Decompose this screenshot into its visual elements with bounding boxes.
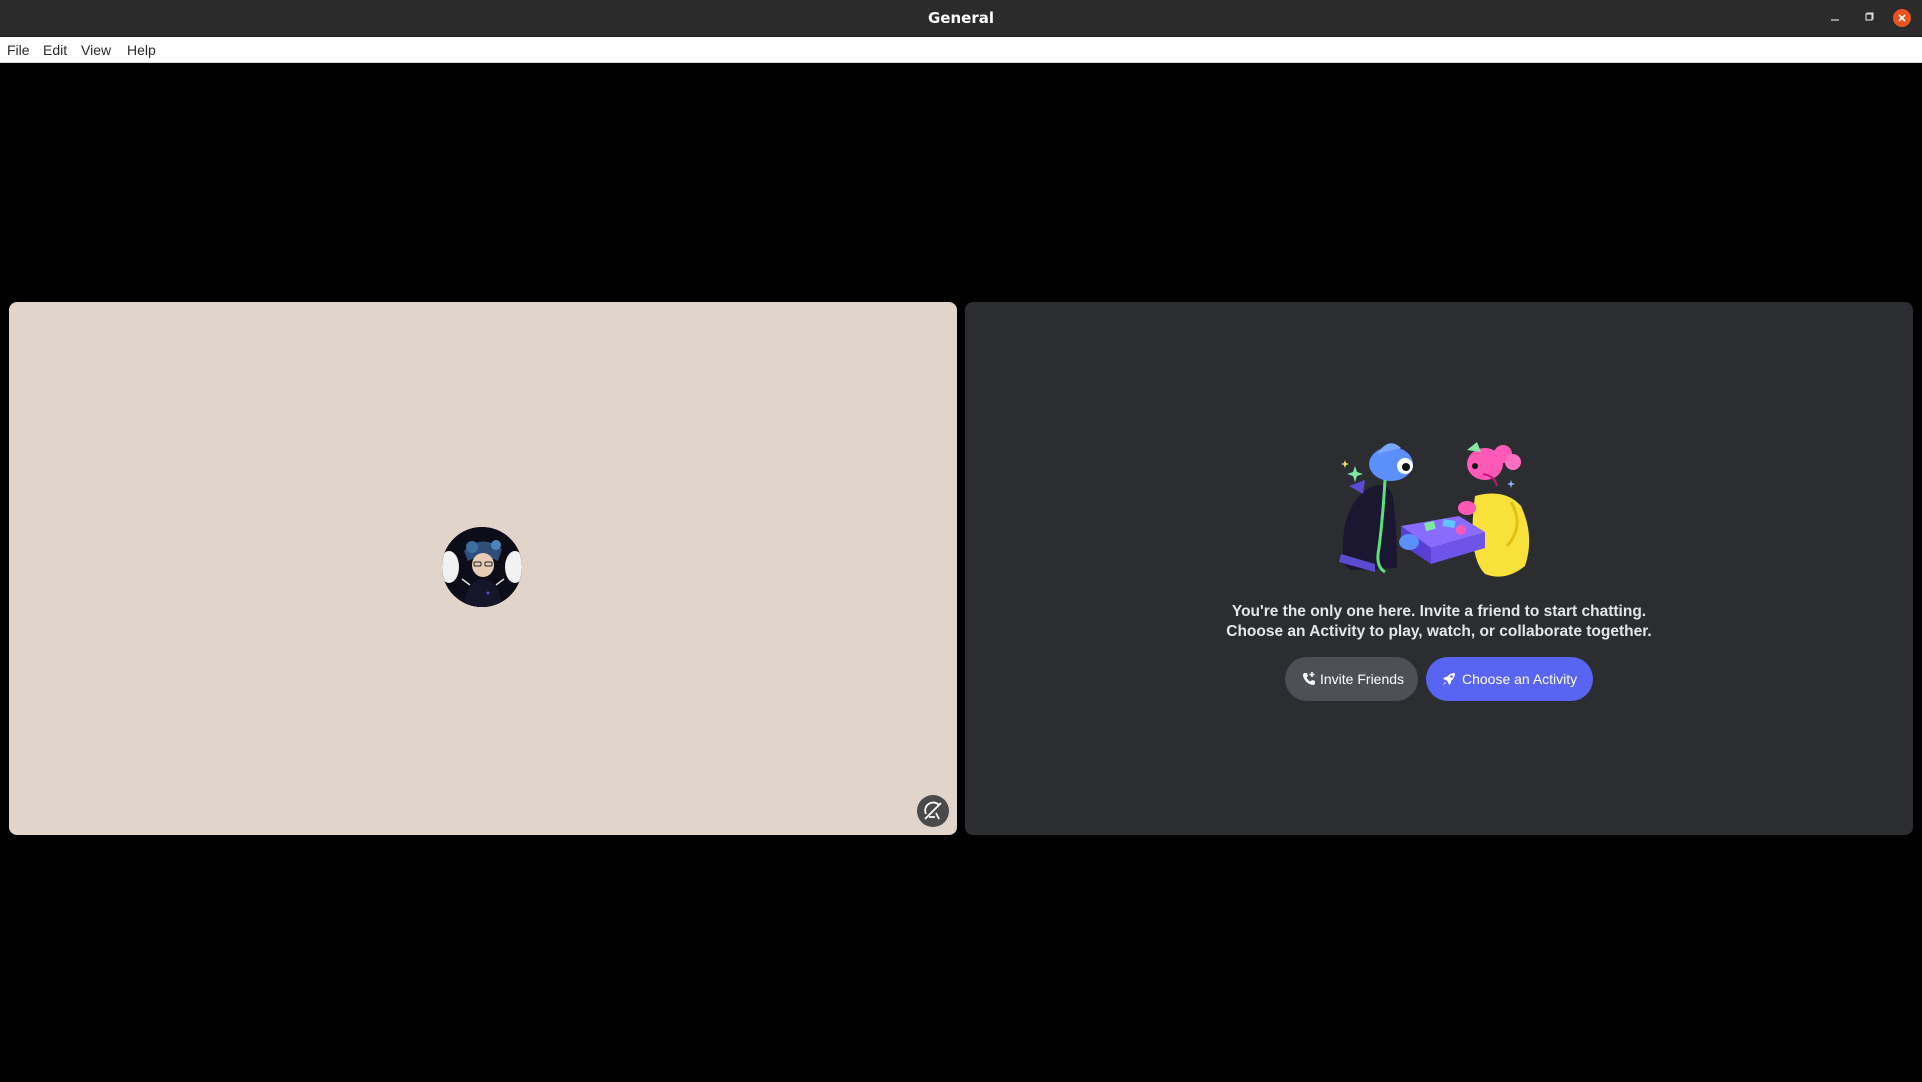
phone-add-icon bbox=[1303, 672, 1315, 685]
menu-file[interactable]: File bbox=[1, 37, 36, 63]
call-view: You're the only one here. Invite a frien… bbox=[0, 63, 1922, 1082]
close-button[interactable] bbox=[1893, 9, 1911, 27]
rocket-icon bbox=[1443, 673, 1455, 685]
screen-share-off-button[interactable] bbox=[917, 795, 949, 827]
activity-illustration-icon bbox=[1339, 442, 1530, 577]
avatar-image-icon bbox=[442, 527, 522, 607]
menu-view[interactable]: View bbox=[75, 37, 117, 63]
minimize-button[interactable] bbox=[1826, 9, 1844, 27]
maximize-icon bbox=[1865, 12, 1874, 21]
empty-call-message-line2: Choose an Activity to play, watch, or co… bbox=[1226, 623, 1652, 640]
empty-call-message-line1: You're the only one here. Invite a frien… bbox=[1231, 603, 1647, 620]
menu-edit[interactable]: Edit bbox=[37, 37, 73, 63]
choose-activity-button[interactable]: Choose an Activity bbox=[1426, 657, 1593, 701]
close-icon bbox=[1898, 14, 1906, 22]
minimize-icon bbox=[1831, 19, 1839, 21]
menu-help[interactable]: Help bbox=[121, 37, 162, 63]
empty-call-tile: You're the only one here. Invite a frien… bbox=[965, 302, 1913, 835]
invite-friends-button[interactable]: Invite Friends bbox=[1285, 657, 1418, 701]
choose-activity-label: Choose an Activity bbox=[1462, 671, 1578, 687]
menu-bar: File Edit View Help bbox=[0, 37, 1922, 63]
user-video-tile[interactable] bbox=[9, 302, 957, 835]
invite-friends-label: Invite Friends bbox=[1320, 671, 1405, 687]
app-window: General File Edit View Help You're the o… bbox=[0, 0, 1922, 1082]
maximize-button[interactable] bbox=[1860, 9, 1878, 27]
empty-call-message: You're the only one here. Invite a frien… bbox=[965, 602, 1913, 642]
title-bar[interactable]: General bbox=[0, 0, 1922, 37]
window-title: General bbox=[928, 9, 994, 27]
screen-share-off-icon bbox=[924, 801, 942, 820]
user-avatar[interactable] bbox=[442, 527, 522, 607]
